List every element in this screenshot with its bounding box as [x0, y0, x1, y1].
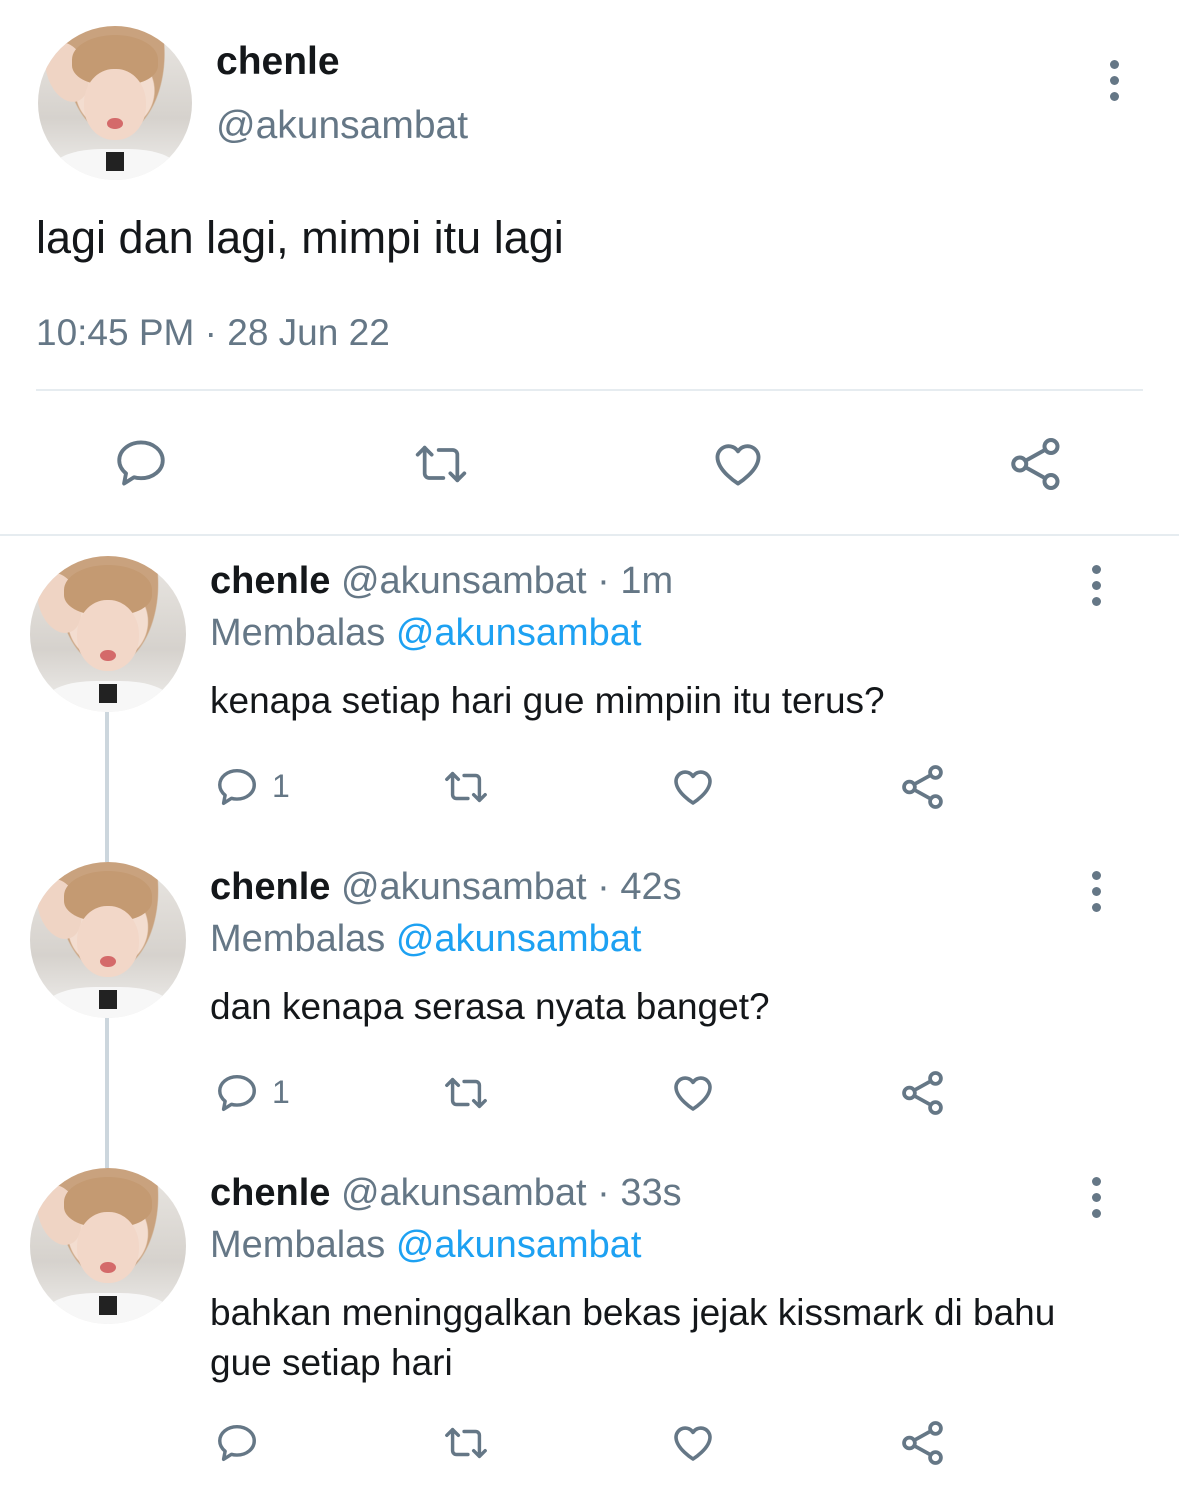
reply-count: 1 [272, 1074, 290, 1110]
main-tweet-text: lagi dan lagi, mimpi itu lagi [36, 212, 564, 263]
like-icon[interactable] [668, 1068, 718, 1116]
reply-text: kenapa setiap hari gue mimpiin itu terus… [210, 680, 885, 721]
like-icon[interactable] [668, 762, 718, 810]
reply-meta[interactable]: @akunsambat · 42s [341, 866, 682, 908]
reply-more-options-icon[interactable] [1092, 1177, 1102, 1225]
like-icon[interactable] [668, 1418, 718, 1466]
like-icon[interactable] [708, 434, 768, 492]
replying-to: Membalas @akunsambat [210, 918, 641, 961]
reply-header: chenle @akunsambat · 1m [210, 560, 673, 603]
retweet-icon[interactable] [440, 764, 492, 810]
reply-icon[interactable] [214, 1420, 260, 1466]
main-author-name[interactable]: chenle [216, 40, 340, 84]
replying-to: Membalas @akunsambat [210, 612, 641, 655]
reply-more-options-icon[interactable] [1092, 871, 1102, 919]
reply-text: dan kenapa serasa nyata banget? [210, 986, 770, 1027]
reply-header: chenle @akunsambat · 33s [210, 1172, 682, 1215]
thread-line [105, 712, 109, 862]
retweet-icon[interactable] [440, 1070, 492, 1116]
replying-to-link[interactable]: @akunsambat [396, 1224, 642, 1266]
thread-line [105, 1018, 109, 1168]
section-separator [0, 534, 1179, 536]
reply-more-options-icon[interactable] [1092, 565, 1102, 613]
reply-author-name[interactable]: chenle [210, 1172, 330, 1214]
reply-meta[interactable]: @akunsambat · 33s [341, 1172, 682, 1214]
share-icon[interactable] [898, 762, 948, 812]
share-icon[interactable] [898, 1418, 948, 1468]
main-avatar[interactable] [38, 26, 192, 180]
main-tweet-timestamp[interactable]: 10:45 PM · 28 Jun 22 [36, 312, 390, 354]
reply-author-name[interactable]: chenle [210, 560, 330, 602]
retweet-icon[interactable] [440, 1420, 492, 1466]
replying-to-link[interactable]: @akunsambat [396, 612, 642, 654]
replying-to-label: Membalas [210, 612, 396, 654]
main-author-handle[interactable]: @akunsambat [216, 104, 468, 148]
reply-header: chenle @akunsambat · 42s [210, 866, 682, 909]
replying-to-link[interactable]: @akunsambat [396, 918, 642, 960]
main-more-options-icon[interactable] [1110, 60, 1120, 108]
share-icon[interactable] [898, 1068, 948, 1118]
reply-icon[interactable] [214, 764, 260, 810]
reply-avatar[interactable] [30, 556, 186, 712]
replying-to-label: Membalas [210, 1224, 396, 1266]
reply-author-name[interactable]: chenle [210, 866, 330, 908]
replying-to: Membalas @akunsambat [210, 1224, 641, 1267]
reply-icon[interactable] [214, 1070, 260, 1116]
reply-count: 1 [272, 768, 290, 804]
replying-to-label: Membalas [210, 918, 396, 960]
main-divider [36, 389, 1143, 391]
reply-avatar[interactable] [30, 862, 186, 1018]
share-icon[interactable] [1006, 434, 1066, 494]
reply-avatar[interactable] [30, 1168, 186, 1324]
reply-meta[interactable]: @akunsambat · 1m [341, 560, 673, 602]
reply-icon[interactable] [112, 434, 170, 492]
retweet-icon[interactable] [410, 436, 472, 492]
reply-text: bahkan meninggalkan bekas jejak kissmark… [210, 1292, 1056, 1383]
